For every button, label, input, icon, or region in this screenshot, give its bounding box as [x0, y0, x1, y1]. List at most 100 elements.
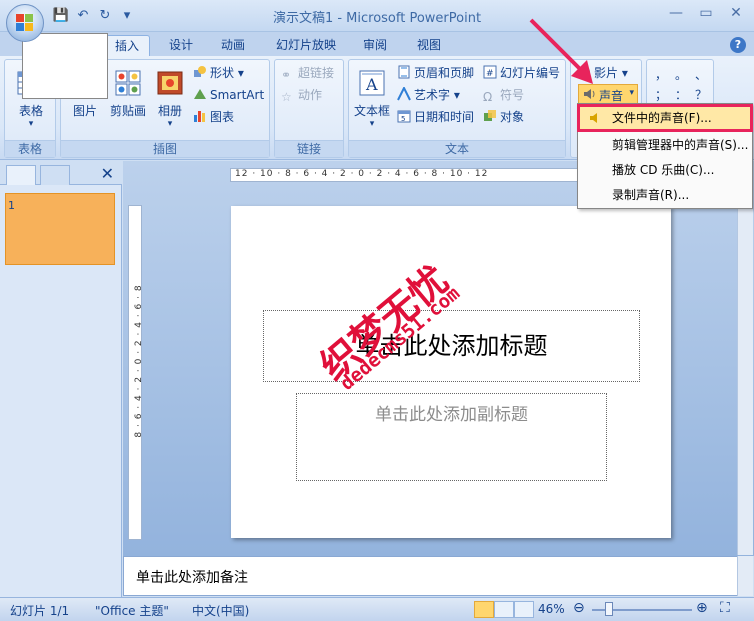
title-placeholder[interactable]: 单击此处添加标题: [263, 310, 640, 382]
menu-item-play-cd[interactable]: 播放 CD 乐曲(C)...: [580, 159, 750, 181]
symbol-button[interactable]: Ω 符号: [483, 86, 524, 104]
subtitle-placeholder[interactable]: 单击此处添加副标题: [296, 393, 607, 481]
menu-item-record-sound[interactable]: 录制声音(R)...: [580, 184, 750, 206]
char-colon[interactable]: ：: [675, 86, 687, 104]
hyperlink-label: 超链接: [298, 66, 335, 80]
sound-dropdown-icon: ▾: [629, 88, 634, 98]
slide-number-icon: #: [483, 65, 497, 79]
slideshow-view-icon[interactable]: [514, 601, 534, 618]
menu-item-label: 播放 CD 乐曲(C)...: [612, 163, 715, 177]
vertical-ruler: 8 · 6 · 4 · 2 · 0 · 2 · 4 · 6 · 8: [128, 205, 144, 540]
title-bar: 💾 ↶ ↻ ▾ 演示文稿1 - Microsoft PowerPoint — ▭…: [0, 0, 754, 32]
minimize-button[interactable]: —: [666, 4, 686, 22]
close-icon[interactable]: ✕: [101, 164, 114, 183]
char-semicolon[interactable]: ；: [655, 86, 667, 104]
header-footer-icon: [398, 65, 410, 79]
vertical-scrollbar[interactable]: [737, 183, 753, 555]
action-icon: ☆: [281, 90, 292, 104]
notes-placeholder: 单击此处添加备注: [136, 570, 248, 586]
shapes-icon: [194, 66, 206, 77]
char-enumeration-comma[interactable]: 、: [695, 66, 707, 84]
status-theme[interactable]: "Office 主题": [95, 602, 169, 619]
chart-icon: [194, 111, 205, 122]
chart-label: 图表: [210, 110, 235, 124]
slide-thumbnail-selected[interactable]: [5, 193, 115, 265]
window-title: 演示文稿1 - Microsoft PowerPoint: [272, 11, 482, 26]
horizontal-ruler-marks: 12 · 10 · 8 · 6 · 4 · 2 · 0 · 2 · 4 · 6 …: [235, 169, 489, 179]
zoom-level[interactable]: 46%: [538, 602, 565, 616]
sound-dropdown-menu: 文件中的声音(F)... 剪辑管理器中的声音(S)... 播放 CD 乐曲(C)…: [577, 103, 753, 209]
vertical-ruler-marks: 8 · 6 · 4 · 2 · 0 · 2 · 4 · 6 · 8: [134, 284, 144, 438]
annotation-arrow: [529, 18, 593, 84]
object-label: 对象: [500, 110, 525, 124]
clipart-label: 剪贴画: [109, 104, 146, 118]
slides-tab-icon[interactable]: [6, 165, 36, 185]
zoom-slider-thumb[interactable]: [605, 602, 613, 616]
calendar-icon: 5: [397, 110, 411, 123]
svg-text:A: A: [365, 75, 378, 94]
notes-pane[interactable]: 单击此处添加备注: [123, 556, 738, 596]
menu-item-sound-from-file[interactable]: 文件中的声音(F)...: [577, 104, 753, 132]
zoom-in-icon[interactable]: ⊕: [696, 600, 708, 616]
datetime-label: 日期和时间: [414, 110, 475, 124]
status-language[interactable]: 中文(中国): [192, 602, 249, 619]
clipart-icon: [115, 70, 141, 96]
textbox-icon: A: [359, 70, 385, 96]
office-logo-icon: [16, 14, 34, 32]
action-button[interactable]: ☆ 动作: [281, 86, 322, 104]
header-footer-button[interactable]: 页眉和页脚: [397, 64, 474, 82]
group-links: ⚭ 超链接 ☆ 动作 链接: [274, 59, 344, 158]
window-controls: — ▭ ✕: [666, 4, 746, 22]
close-button[interactable]: ✕: [726, 4, 746, 22]
char-period[interactable]: 。: [675, 66, 687, 84]
restore-button[interactable]: ▭: [696, 4, 716, 22]
smartart-label: SmartArt: [210, 88, 265, 102]
tab-slideshow[interactable]: 幻灯片放映: [268, 35, 344, 56]
status-bar: 幻灯片 1/1 "Office 主题" 中文(中国) 46% ⊖ ⊕ ⛶: [0, 597, 754, 621]
album-button[interactable]: 相册 ▾: [153, 68, 187, 129]
photo-album-icon: [157, 71, 183, 95]
zoom-out-icon[interactable]: ⊖: [573, 600, 585, 616]
svg-text:5: 5: [401, 115, 405, 123]
hyperlink-button[interactable]: ⚭ 超链接: [281, 64, 334, 82]
omega-icon: Ω: [483, 90, 493, 104]
smartart-icon: [194, 89, 206, 99]
menu-item-label: 录制声音(R)...: [612, 188, 690, 202]
textbox-button[interactable]: A 文本框 ▾: [351, 68, 393, 129]
tab-design[interactable]: 设计: [160, 35, 202, 56]
fit-to-window-icon[interactable]: ⛶: [720, 600, 730, 616]
char-comma[interactable]: ，: [655, 66, 667, 84]
menu-item-sound-from-clip-organizer[interactable]: 剪辑管理器中的声音(S)...: [580, 134, 750, 156]
tab-review[interactable]: 审阅: [354, 35, 396, 56]
textbox-label: 文本框: [353, 104, 390, 118]
office-button[interactable]: [6, 4, 44, 42]
char-question[interactable]: ？: [695, 86, 707, 104]
help-icon[interactable]: ?: [730, 37, 746, 53]
speaker-icon: [590, 113, 597, 123]
outline-tab-icon[interactable]: [40, 165, 70, 185]
smartart-button[interactable]: SmartArt: [193, 86, 264, 104]
picture-label: 图片: [72, 104, 97, 118]
group-label-tables: 表格: [5, 140, 55, 157]
datetime-button[interactable]: 5 日期和时间: [397, 108, 474, 126]
object-button[interactable]: 对象: [483, 108, 524, 126]
slides-panel: ✕ 1: [0, 161, 122, 597]
normal-view-icon[interactable]: [474, 601, 494, 618]
wordart-label: 艺术字: [414, 88, 451, 102]
wordart-icon: [397, 87, 411, 101]
group-label-links: 链接: [275, 140, 343, 157]
notes-scrollbar[interactable]: [737, 556, 753, 596]
wordart-button[interactable]: 艺术字 ▾: [397, 86, 460, 104]
tab-animations[interactable]: 动画: [212, 35, 254, 56]
tab-insert[interactable]: 插入: [104, 35, 150, 56]
chart-button[interactable]: 图表: [193, 108, 234, 126]
tab-view[interactable]: 视图: [408, 35, 450, 56]
shapes-button[interactable]: 形状 ▾: [193, 64, 244, 82]
slide-sorter-view-icon[interactable]: [494, 601, 514, 618]
clipart-button[interactable]: 剪贴画: [105, 68, 151, 119]
slide-thumbnail[interactable]: [22, 33, 108, 99]
ribbon-tabs: 开始 插入 设计 动画 幻灯片放映 审阅 视图 ?: [0, 32, 754, 56]
table-button-label: 表格: [18, 104, 43, 118]
shapes-label: 形状: [210, 66, 235, 80]
menu-item-label: 剪辑管理器中的声音(S)...: [612, 138, 749, 152]
